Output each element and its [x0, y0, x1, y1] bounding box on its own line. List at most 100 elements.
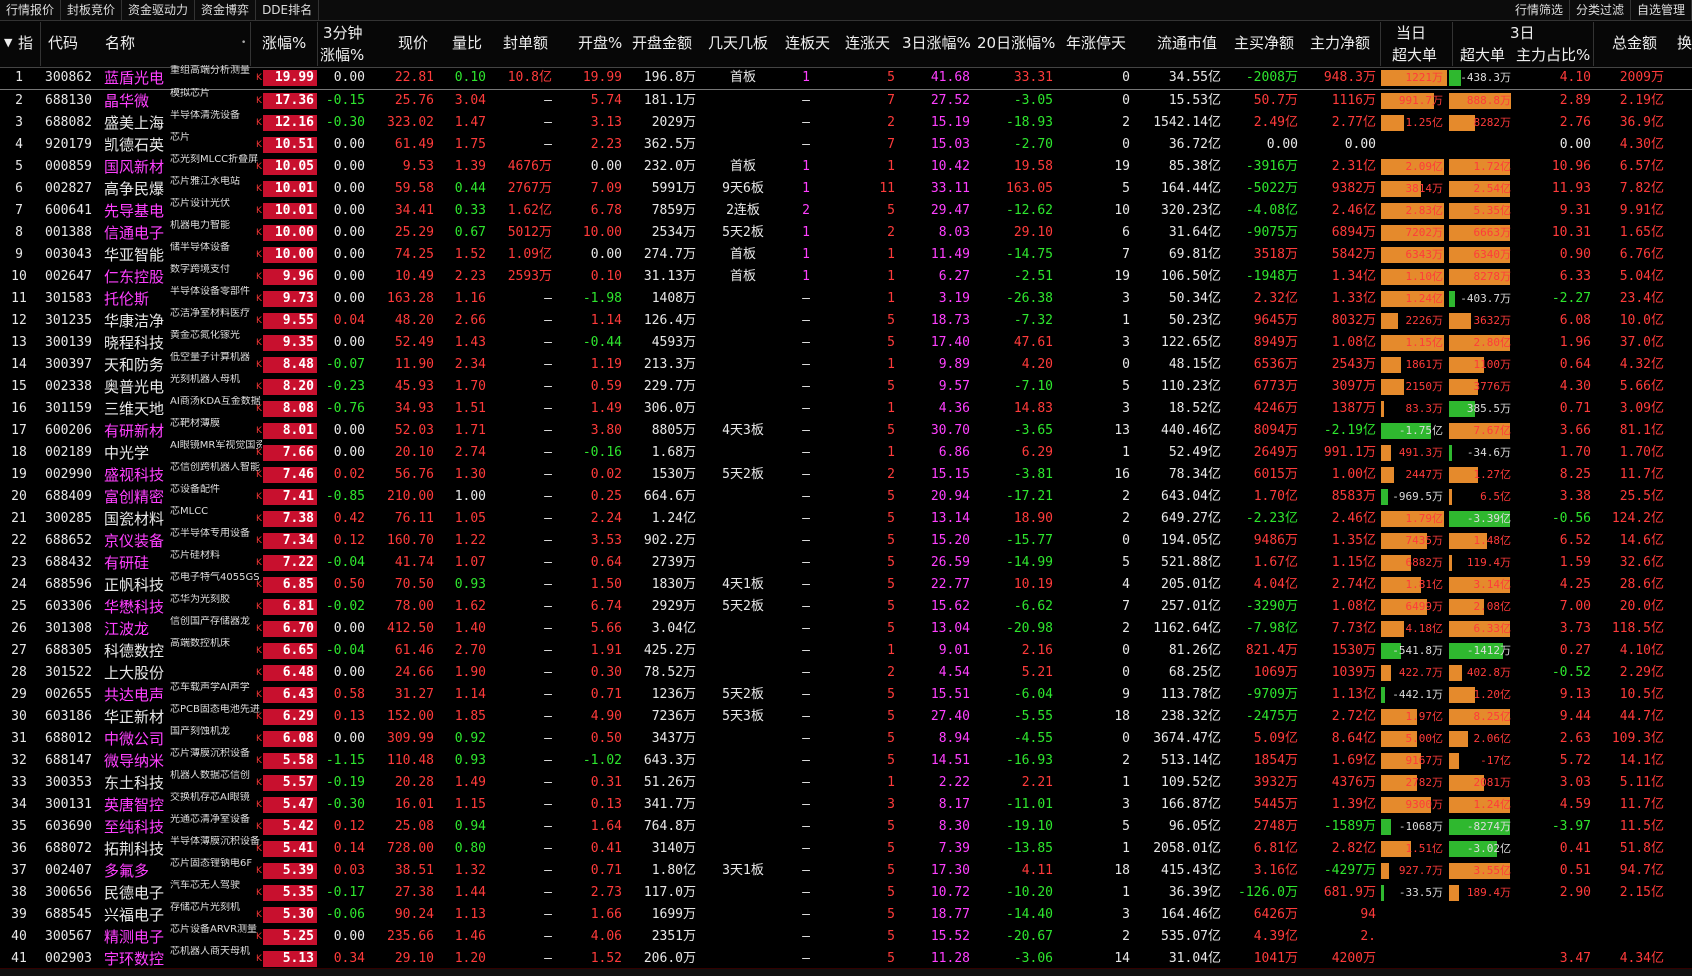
col-open-amount[interactable]: 开盘金额 — [632, 33, 692, 53]
kline-icon[interactable]: K — [256, 537, 262, 546]
table-row[interactable]: 2 688130 晶华微 模拟芯片 K 17.36 -0.15 25.76 3.04 — 5.74 1… — [0, 88, 1692, 112]
table-row[interactable]: 4 920179 凯德石英 芯片 K 10.51 0.00 61.49 1.75 — 2.23 362… — [0, 132, 1692, 156]
kline-icon[interactable]: K — [256, 515, 262, 524]
col-up-days[interactable]: 连涨天 — [845, 33, 890, 53]
table-row[interactable]: 33 300353 东土科技 机器人数据芯信创 K 5.57 -0.19 20.28 1.49 —… — [0, 770, 1692, 794]
tab-dde-rank[interactable]: DDE排名 — [256, 0, 320, 20]
kline-icon[interactable]: K — [256, 845, 262, 854]
col-float-mcap[interactable]: 流通市值 — [1157, 33, 1217, 53]
table-row[interactable]: 9 003043 华亚智能 储半导体设备 K 10.00 0.00 74.25 1.52 1.09… — [0, 242, 1692, 266]
table-row[interactable]: 23 688432 有研硅 芯片硅材料 K 7.22 -0.04 41.74 1.07 — 0.64… — [0, 550, 1692, 574]
kline-icon[interactable]: K — [256, 119, 262, 128]
tab-fund-game[interactable]: 资金博弈 — [195, 0, 257, 20]
kline-icon[interactable]: K — [256, 867, 262, 876]
kline-icon[interactable]: K — [256, 801, 262, 810]
tab-filter[interactable]: 行情筛选 — [1509, 0, 1570, 20]
kline-icon[interactable]: K — [256, 955, 262, 964]
table-row[interactable]: 30 603186 华正新材 芯PCB固态电池先进 K 6.29 0.13 152.00 1.8… — [0, 704, 1692, 728]
kline-icon[interactable]: K — [256, 493, 262, 502]
table-row[interactable]: 20 688409 富创精密 芯设备配件 K 7.41 -0.85 210.00 1.00 — 0.… — [0, 484, 1692, 508]
col-3min-bottom[interactable]: 涨幅% — [320, 45, 364, 65]
table-row[interactable]: 37 002407 多氟多 芯片固态锂钠电6F K 5.39 0.03 38.51 1.32 — 0… — [0, 858, 1692, 882]
col-3min-top[interactable]: 3分钟 — [323, 23, 363, 43]
kline-icon[interactable]: K — [256, 163, 262, 172]
table-row[interactable]: 21 300285 国瓷材料 芯MLCC K 7.38 0.42 76.11 1.05 — 2.24… — [0, 506, 1692, 530]
kline-icon[interactable]: K — [256, 625, 262, 634]
col-super-large-today[interactable]: 超大单 — [1392, 45, 1437, 65]
table-row[interactable]: 11 301583 托伦斯 半导体设备零部件 K 9.73 0.00 163.28 1.16 — -… — [0, 286, 1692, 310]
tab-category-filter[interactable]: 分类过滤 — [1570, 0, 1631, 20]
kline-icon[interactable]: K — [256, 427, 262, 436]
kline-icon[interactable]: K — [256, 933, 262, 942]
kline-icon[interactable]: K — [256, 229, 262, 238]
kline-icon[interactable]: K — [256, 471, 262, 480]
kline-icon[interactable]: K — [256, 251, 262, 260]
table-row[interactable]: 5 000859 国风新材 芯光刻MLCC折叠屏 K 10.05 0.00 9.53 1.39 4… — [0, 154, 1692, 178]
table-row[interactable]: 12 301235 华康洁净 芯洁净室材料医疗 K 9.55 0.04 48.20 2.66 — 1… — [0, 308, 1692, 332]
col-net-buy[interactable]: 主买净额 — [1234, 33, 1294, 53]
col-volume-ratio[interactable]: 量比 — [452, 33, 482, 53]
kline-icon[interactable]: K — [256, 141, 262, 150]
table-row[interactable]: 16 301159 三维天地 AI商汤KDA互金数据 K 8.08 -0.76 34.93 1.… — [0, 396, 1692, 420]
col-super-large-3day[interactable]: 超大单 — [1460, 45, 1505, 65]
kline-icon[interactable]: K — [256, 317, 262, 326]
kline-icon[interactable]: K — [256, 295, 262, 304]
kline-icon[interactable]: K — [256, 207, 262, 216]
col-3day-pct[interactable]: 3日涨幅% — [902, 33, 971, 53]
col-total-amount[interactable]: 总金额 — [1612, 33, 1657, 53]
col-main-ratio[interactable]: 主力占比% — [1516, 45, 1590, 65]
kline-icon[interactable]: K — [256, 911, 262, 920]
col-index[interactable]: 指 — [18, 33, 33, 53]
table-row[interactable]: 17 600206 有研新材 芯靶材薄膜 K 8.01 0.00 52.03 1.71 — 3.80… — [0, 418, 1692, 442]
kline-icon[interactable]: K — [256, 603, 262, 612]
tab-fund-drive[interactable]: 资金驱动力 — [122, 0, 196, 20]
col-more[interactable]: 换 — [1677, 33, 1692, 53]
table-row[interactable]: 38 300656 民德电子 汽车芯无人驾驶 K 5.35 -0.17 27.38 1.44 — 2… — [0, 880, 1692, 904]
kline-icon[interactable]: K — [256, 405, 262, 414]
kline-icon[interactable]: K — [256, 449, 262, 458]
kline-icon[interactable]: K — [256, 889, 262, 898]
kline-icon[interactable]: K — [256, 383, 262, 392]
col-code[interactable]: 代码 — [48, 33, 78, 53]
table-row[interactable]: 3 688082 盛美上海 半导体清洗设备 K 12.16 -0.30 323.02 1.47 —… — [0, 110, 1692, 134]
kline-icon[interactable]: K — [256, 273, 262, 282]
table-row[interactable]: 31 688012 中微公司 国产刻蚀机龙 K 6.08 0.00 309.99 0.92 — 0.… — [0, 726, 1692, 750]
table-row[interactable]: 34 300131 英唐智控 交换机存芯AI眼镜 K 5.47 -0.30 16.01 1.15… — [0, 792, 1692, 816]
table-row[interactable]: 19 002990 盛视科技 芯信创跨机器人智能 K 7.46 0.02 56.76 1.30 —… — [0, 462, 1692, 486]
table-row[interactable]: 24 688596 正帆科技 芯电子特气4055GS K 6.85 0.50 70.50 0.9… — [0, 572, 1692, 596]
table-row[interactable]: 27 688305 科德数控 高端数控机床 K 6.65 -0.04 61.46 2.70 — 1.… — [0, 638, 1692, 662]
table-row[interactable]: 28 301522 上大股份 K 6.48 0.00 24.66 1.90 — 0.30 78.52… — [0, 662, 1692, 684]
table-row[interactable]: 13 300139 晓程科技 黄金芯氮化镓光 K 9.35 0.00 52.49 1.43 — -0… — [0, 330, 1692, 354]
col-name[interactable]: 名称 — [105, 33, 135, 53]
col-limit-days[interactable]: 连板天 — [785, 33, 830, 53]
table-row[interactable]: 6 002827 高争民爆 芯片雅江水电站 K 10.01 0.00 59.58 0.44 276… — [0, 176, 1692, 200]
kline-icon[interactable]: K — [256, 559, 262, 568]
table-row[interactable]: 14 300397 天和防务 低空量子计算机器 K 8.48 -0.07 11.90 2.34 —… — [0, 352, 1692, 376]
col-menu-icon[interactable]: • — [241, 33, 246, 53]
kline-icon[interactable]: K — [256, 185, 262, 194]
kline-icon[interactable]: K — [256, 735, 262, 744]
kline-icon[interactable]: K — [256, 339, 262, 348]
col-seal-amount[interactable]: 封单额 — [503, 33, 548, 53]
table-row[interactable]: 39 688545 兴福电子 存储芯片光刻机 K 5.30 -0.06 90.24 1.13 — 1… — [0, 902, 1692, 926]
kline-icon[interactable]: K — [256, 779, 262, 788]
kline-icon[interactable]: K — [256, 669, 262, 678]
tab-quote[interactable]: 行情报价 — [0, 0, 62, 20]
table-row[interactable]: 8 001388 信通电子 机器电力智能 K 10.00 0.00 25.29 0.67 5012… — [0, 220, 1692, 244]
table-row[interactable]: 25 603306 华懋科技 芯华为光刻胶 K 6.81 -0.02 78.00 1.62 — 6.… — [0, 594, 1692, 618]
col-open-pct[interactable]: 开盘% — [578, 33, 622, 53]
table-row[interactable]: 41 002903 宇环数控 芯机器人商天母机 K 5.13 0.34 29.10 1.20 — 1… — [0, 946, 1692, 970]
kline-icon[interactable]: K — [256, 823, 262, 832]
kline-icon[interactable]: K — [256, 691, 262, 700]
table-row[interactable]: 32 688147 微导纳米 芯片薄膜沉积设备 K 5.58 -1.15 110.48 0.93… — [0, 748, 1692, 772]
table-row[interactable]: 18 002189 中光学 AI眼镜MR军视觉国资 K 7.66 0.00 20.10 2.74… — [0, 440, 1692, 464]
col-main-net[interactable]: 主力净额 — [1310, 33, 1370, 53]
table-row[interactable]: 36 688072 拓荆科技 半导体薄膜沉积设备 K 5.41 0.14 728.00 0.80… — [0, 836, 1692, 860]
table-row[interactable]: 22 688652 京仪装备 芯半导体专用设备 K 7.34 0.12 160.70 1.22 —… — [0, 528, 1692, 552]
kline-icon[interactable]: K — [256, 581, 262, 590]
kline-icon[interactable]: K — [256, 647, 262, 656]
table-row[interactable]: 35 603690 至纯科技 光通芯清净室设备 K 5.42 0.12 25.08 0.94 — 1… — [0, 814, 1692, 838]
kline-icon[interactable]: K — [256, 97, 262, 106]
table-row[interactable]: 7 600641 先导基电 芯片设计光伏 K 10.01 0.00 34.41 0.33 1.62… — [0, 198, 1692, 222]
tab-watchlist[interactable]: 自选管理 — [1631, 0, 1692, 20]
